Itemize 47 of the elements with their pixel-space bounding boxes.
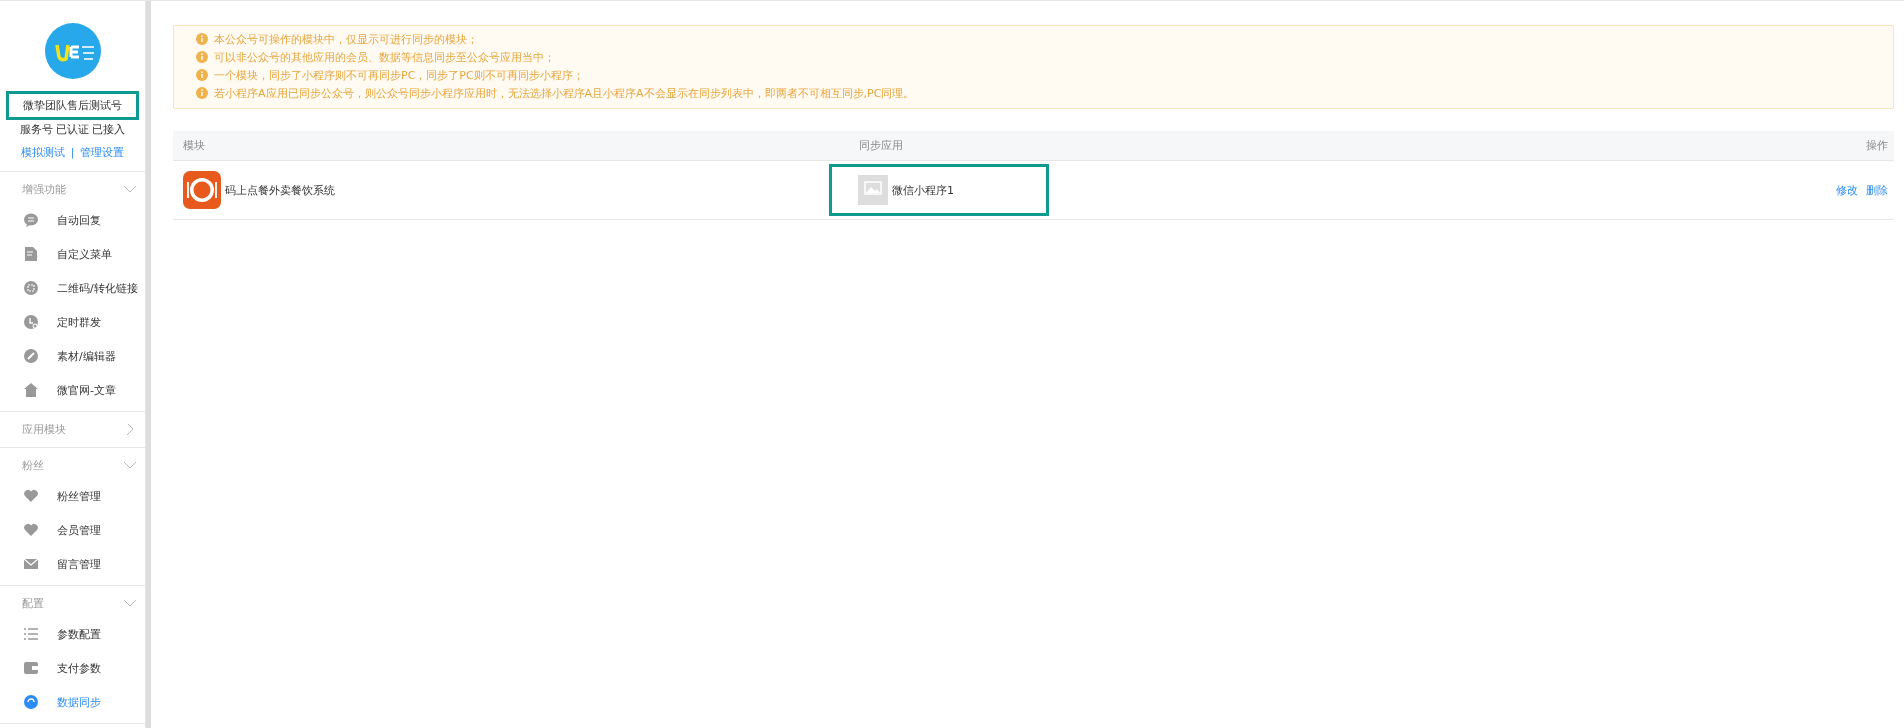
house-icon [24,383,38,397]
menu-item[interactable]: 参数配置 [0,617,145,651]
image-placeholder-icon [858,175,888,205]
column-header: 操作 [1865,138,1889,153]
circle-icon [24,695,38,709]
module-name: 码上点餐外卖餐饮系统 [225,182,335,198]
menu-item[interactable]: 留言管理 [0,547,145,581]
menu-item[interactable]: 粉丝管理 [0,479,145,513]
link[interactable]: 模拟测试 [20,145,65,160]
info-icon [196,69,208,81]
notice-text: 本公众号可操作的模块中，仅显示可进行同步的模块； [214,31,478,47]
logo-icon [44,23,101,79]
info-icon [196,87,208,99]
menu-item[interactable]: 支付参数 [0,651,145,685]
separator: | [70,146,75,159]
column-header: 模块 [182,138,206,153]
notice-text: 可以非公众号的其他应用的会员、数据等信息同步至公众号应用当中； [214,49,555,65]
list-icon [24,627,38,641]
menu-item[interactable]: 素材/编辑器 [0,339,145,373]
menu-item[interactable]: 微官网-文章 [0,373,145,407]
menu-item[interactable]: 数据同步 [0,685,145,719]
column-header: 同步应用 [859,138,904,153]
action-link[interactable]: 删除 [1866,182,1888,198]
action-link[interactable]: 修改 [1836,182,1858,198]
wallet-icon [24,661,38,675]
scrollbar[interactable] [146,1,151,728]
info-icon [196,51,208,63]
account-status: 服务号 已认证 已接入 [19,122,126,137]
notice-text: 若小程序A应用已同步公众号，则公众号同步小程序应用时，无法选择小程序A且小程序A不会显示在同步列表中，即两者不可相互同步,PC同理。 [214,85,915,101]
menu-item[interactable]: 会员管理 [0,513,145,547]
pencil-icon [24,349,38,363]
menu-item[interactable]: 自动回复 [0,203,145,237]
app-logo-icon [183,171,221,209]
document-icon [24,247,38,261]
chat-bubble-icon [24,213,38,227]
menu-item[interactable]: 二维码/转化链接 [0,271,145,305]
circle-icon [24,281,38,295]
notice-text: 一个模块，同步了小程序则不可再同步PC，同步了PC则不可再同步小程序； [214,67,584,83]
info-icon [196,33,208,45]
envelope-icon [24,557,38,571]
account-name: 微挚团队售后测试号 [6,91,139,120]
menu-item[interactable]: 定时群发 [0,305,145,339]
app-name: 微信小程序1 [892,182,954,198]
link[interactable]: 管理设置 [80,145,125,160]
menu-item[interactable]: 自定义菜单 [0,237,145,271]
heart-icon [24,523,38,537]
clock-icon [24,315,38,329]
